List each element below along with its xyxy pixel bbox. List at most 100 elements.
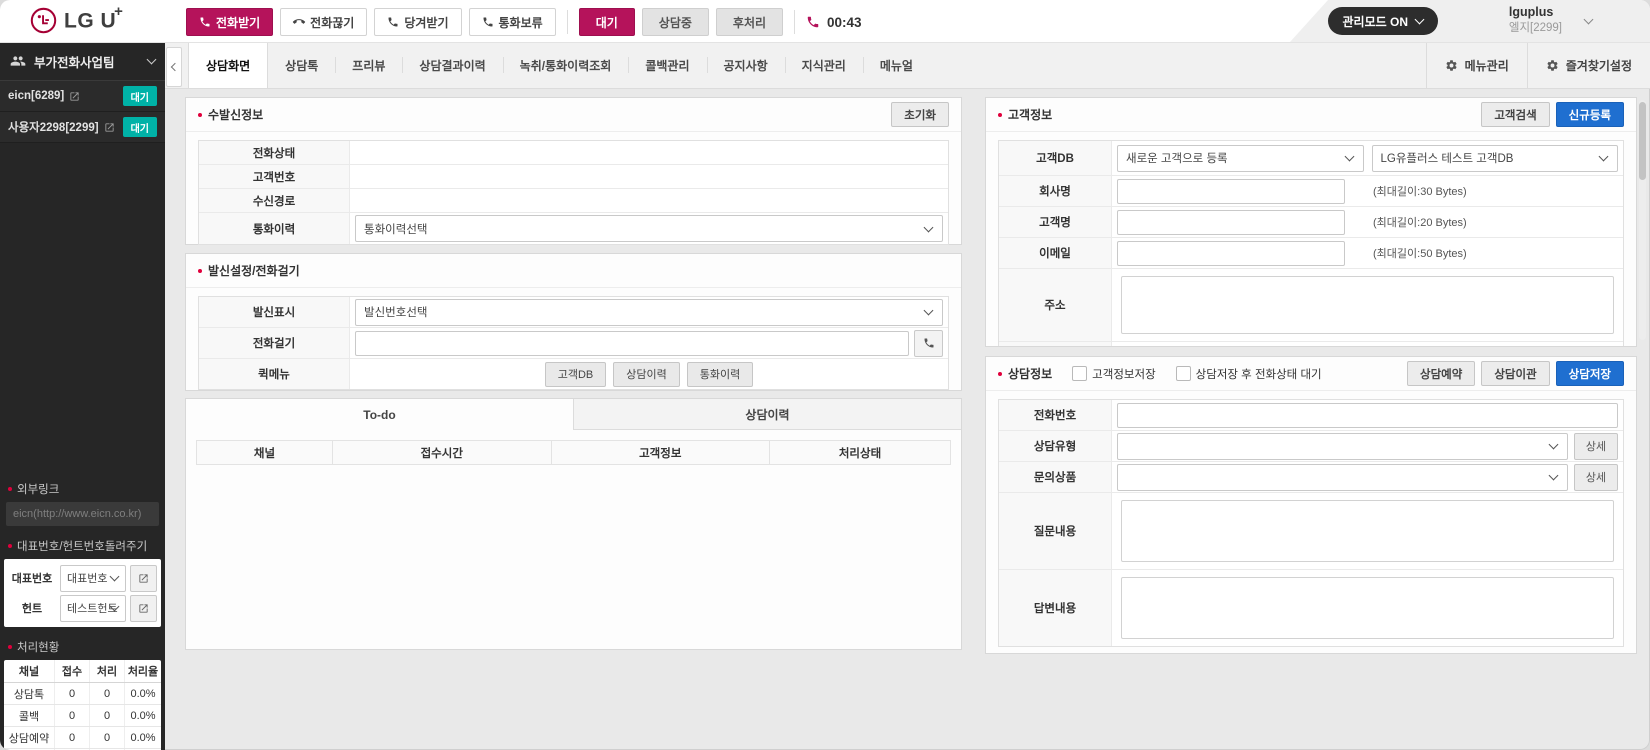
menu-manage-button[interactable]: 메뉴관리 xyxy=(1426,42,1527,88)
hunt-number-select[interactable]: 테스트헌트 xyxy=(60,595,126,622)
admin-mode-toggle[interactable]: 관리모드 ON xyxy=(1328,7,1439,35)
sidebar-tools: 외부링크 eicn(http://www.eicn.co.kr) 대표번호/헌트… xyxy=(0,476,165,750)
timer-phone-icon xyxy=(806,15,820,29)
brand-plus: + xyxy=(114,3,123,20)
email-input[interactable] xyxy=(1117,241,1345,266)
address-row: 주소 xyxy=(999,269,1623,342)
phone-number-input[interactable] xyxy=(1117,403,1618,428)
hunt-number-transfer-button[interactable] xyxy=(130,595,157,622)
agent-row[interactable]: eicn[6289] 대기 xyxy=(0,81,165,112)
inquiry-product-row: 문의상품 상세 xyxy=(999,462,1623,493)
call-history-select[interactable]: 통화이력선택 xyxy=(355,215,943,242)
consult-save-button[interactable]: 상담저장 xyxy=(1556,361,1624,386)
company-input[interactable] xyxy=(1117,179,1345,204)
user-name: 엘지[2299] xyxy=(1509,21,1562,35)
consult-reserve-button[interactable]: 상담예약 xyxy=(1407,361,1475,386)
dial-number-input[interactable] xyxy=(355,331,909,356)
tab-notice[interactable]: 공지사항 xyxy=(707,42,785,88)
consult-table: 전화번호 상담유형 상세 문의상품 상세 질문내용 xyxy=(998,399,1624,647)
wait-after-save-checkbox[interactable] xyxy=(1176,366,1191,381)
save-customer-info-checkbox[interactable] xyxy=(1072,366,1087,381)
tab-recording-history[interactable]: 녹취/통화이력조회 xyxy=(503,42,629,88)
join-date-input[interactable] xyxy=(1117,347,1618,348)
chevron-down-icon xyxy=(1344,152,1354,162)
tab-preview[interactable]: 프리뷰 xyxy=(335,42,402,88)
customer-db-mode-select[interactable]: 새로운 고객으로 등록 xyxy=(1117,145,1364,172)
todo-tab-bar: To-do 상담이력 xyxy=(186,399,961,430)
todo-table-body xyxy=(186,465,961,635)
customer-scrollbar-thumb[interactable] xyxy=(1639,102,1646,180)
call-info-card: 수발신정보 초기화 전화상태 고객번호 수신경로 통화이력 xyxy=(185,97,962,245)
tab-consult-result[interactable]: 상담결과이력 xyxy=(402,42,502,88)
pickup-call-icon xyxy=(387,16,399,28)
team-name: 부가전화사업팀 xyxy=(34,52,115,71)
tab-knowledge[interactable]: 지식관리 xyxy=(785,42,863,88)
consult-type-select[interactable] xyxy=(1117,433,1568,460)
customer-db-source-select[interactable]: LG유플러스 테스트 고객DB xyxy=(1372,145,1619,172)
status-table-header: 채널 접수 처리 처리율 xyxy=(4,660,161,683)
tab-manual[interactable]: 메뉴얼 xyxy=(863,42,930,88)
main-number-select[interactable]: 대표번호 xyxy=(60,565,126,592)
customer-db-row: 고객DB 새로운 고객으로 등록 LG유플러스 테스트 고객DB xyxy=(999,141,1623,176)
todo-tab[interactable]: To-do xyxy=(186,399,574,430)
pickup-call-label: 당겨받기 xyxy=(404,14,448,31)
agent-row[interactable]: 사용자2298[2299] 대기 xyxy=(0,112,165,143)
chevron-down-icon xyxy=(1549,471,1559,481)
phone-state-row: 전화상태 xyxy=(199,141,948,165)
inquiry-product-select[interactable] xyxy=(1117,464,1568,491)
consult-type-detail-button[interactable]: 상세 xyxy=(1574,433,1618,460)
customer-search-button[interactable]: 고객검색 xyxy=(1481,102,1549,127)
phone-number-row: 전화번호 xyxy=(999,400,1623,431)
status-section-title: 처리현황 xyxy=(0,634,165,659)
quick-call-history-button[interactable]: 통화이력 xyxy=(687,362,753,387)
state-busy-button[interactable]: 상담중 xyxy=(642,8,709,36)
call-info-table: 전화상태 고객번호 수신경로 통화이력 통화이력선택 xyxy=(198,140,949,245)
external-link-item[interactable]: eicn(http://www.eicn.co.kr) xyxy=(6,502,159,526)
customer-name-row: 고객명 (최대길이:20 Bytes) xyxy=(999,207,1623,238)
state-after-button[interactable]: 후처리 xyxy=(716,8,783,36)
app-window: LG U+ 전화받기 전화끊기 당겨받기 통화보류 대기 상담중 후처리 xyxy=(0,0,1650,750)
receive-call-button[interactable]: 전화받기 xyxy=(186,8,273,36)
inquiry-product-detail-button[interactable]: 상세 xyxy=(1574,464,1618,491)
chevron-down-icon xyxy=(924,306,934,316)
team-selector[interactable]: 부가전화사업팀 xyxy=(0,42,165,81)
tab-consult-talk[interactable]: 상담톡 xyxy=(268,42,335,88)
main-number-transfer-button[interactable] xyxy=(130,565,157,592)
company-hint: (최대길이:30 Bytes) xyxy=(1373,183,1467,199)
quick-customer-db-button[interactable]: 고객DB xyxy=(545,362,607,387)
user-id: lguplus xyxy=(1509,5,1562,21)
receive-path-value xyxy=(350,189,948,212)
favorite-setting-button[interactable]: 즐겨찾기설정 xyxy=(1527,42,1650,88)
tab-callback[interactable]: 콜백관리 xyxy=(628,42,706,88)
call-control-bar: 전화받기 전화끊기 당겨받기 통화보류 대기 상담중 후처리 00:43 xyxy=(186,8,862,36)
hold-call-button[interactable]: 통화보류 xyxy=(469,8,556,36)
caller-display-select[interactable]: 발신번호선택 xyxy=(355,299,943,326)
gear-icon xyxy=(1546,59,1559,72)
address-textarea[interactable] xyxy=(1121,276,1614,334)
dial-call-button[interactable] xyxy=(914,330,943,357)
tab-consult-screen[interactable]: 상담화면 xyxy=(188,42,268,88)
customer-name-input[interactable] xyxy=(1117,210,1345,235)
quick-consult-history-button[interactable]: 상담이력 xyxy=(613,362,679,387)
customer-register-button[interactable]: 신규등록 xyxy=(1556,102,1624,127)
reset-button[interactable]: 초기화 xyxy=(891,102,949,127)
hangup-call-label: 전화끊기 xyxy=(310,14,354,31)
hangup-call-button[interactable]: 전화끊기 xyxy=(280,8,367,36)
hangup-call-icon xyxy=(293,16,305,28)
hunt-number-row: 헌트 테스트헌트 xyxy=(8,593,157,623)
status-table-row: 상담예약 0 0 0.0% xyxy=(4,727,161,749)
answer-textarea[interactable] xyxy=(1121,577,1614,639)
customer-scrollbar[interactable] xyxy=(1639,100,1646,340)
consult-history-tab[interactable]: 상담이력 xyxy=(574,399,961,430)
question-textarea[interactable] xyxy=(1121,500,1614,562)
pickup-call-button[interactable]: 당겨받기 xyxy=(374,8,461,36)
external-link-icon[interactable] xyxy=(69,91,80,102)
sidebar: 부가전화사업팀 eicn[6289] 대기 사용자2298[2299] 대기 외… xyxy=(0,42,165,750)
consult-transfer-button[interactable]: 상담이관 xyxy=(1481,361,1549,386)
header: LG U+ 전화받기 전화끊기 당겨받기 통화보류 대기 상담중 후처리 xyxy=(0,0,1650,43)
chevron-down-icon xyxy=(924,222,934,232)
sidebar-collapse-button[interactable] xyxy=(166,47,182,87)
state-ready-button[interactable]: 대기 xyxy=(579,8,635,36)
chevron-down-icon xyxy=(1599,152,1609,162)
external-link-icon[interactable] xyxy=(104,122,115,133)
